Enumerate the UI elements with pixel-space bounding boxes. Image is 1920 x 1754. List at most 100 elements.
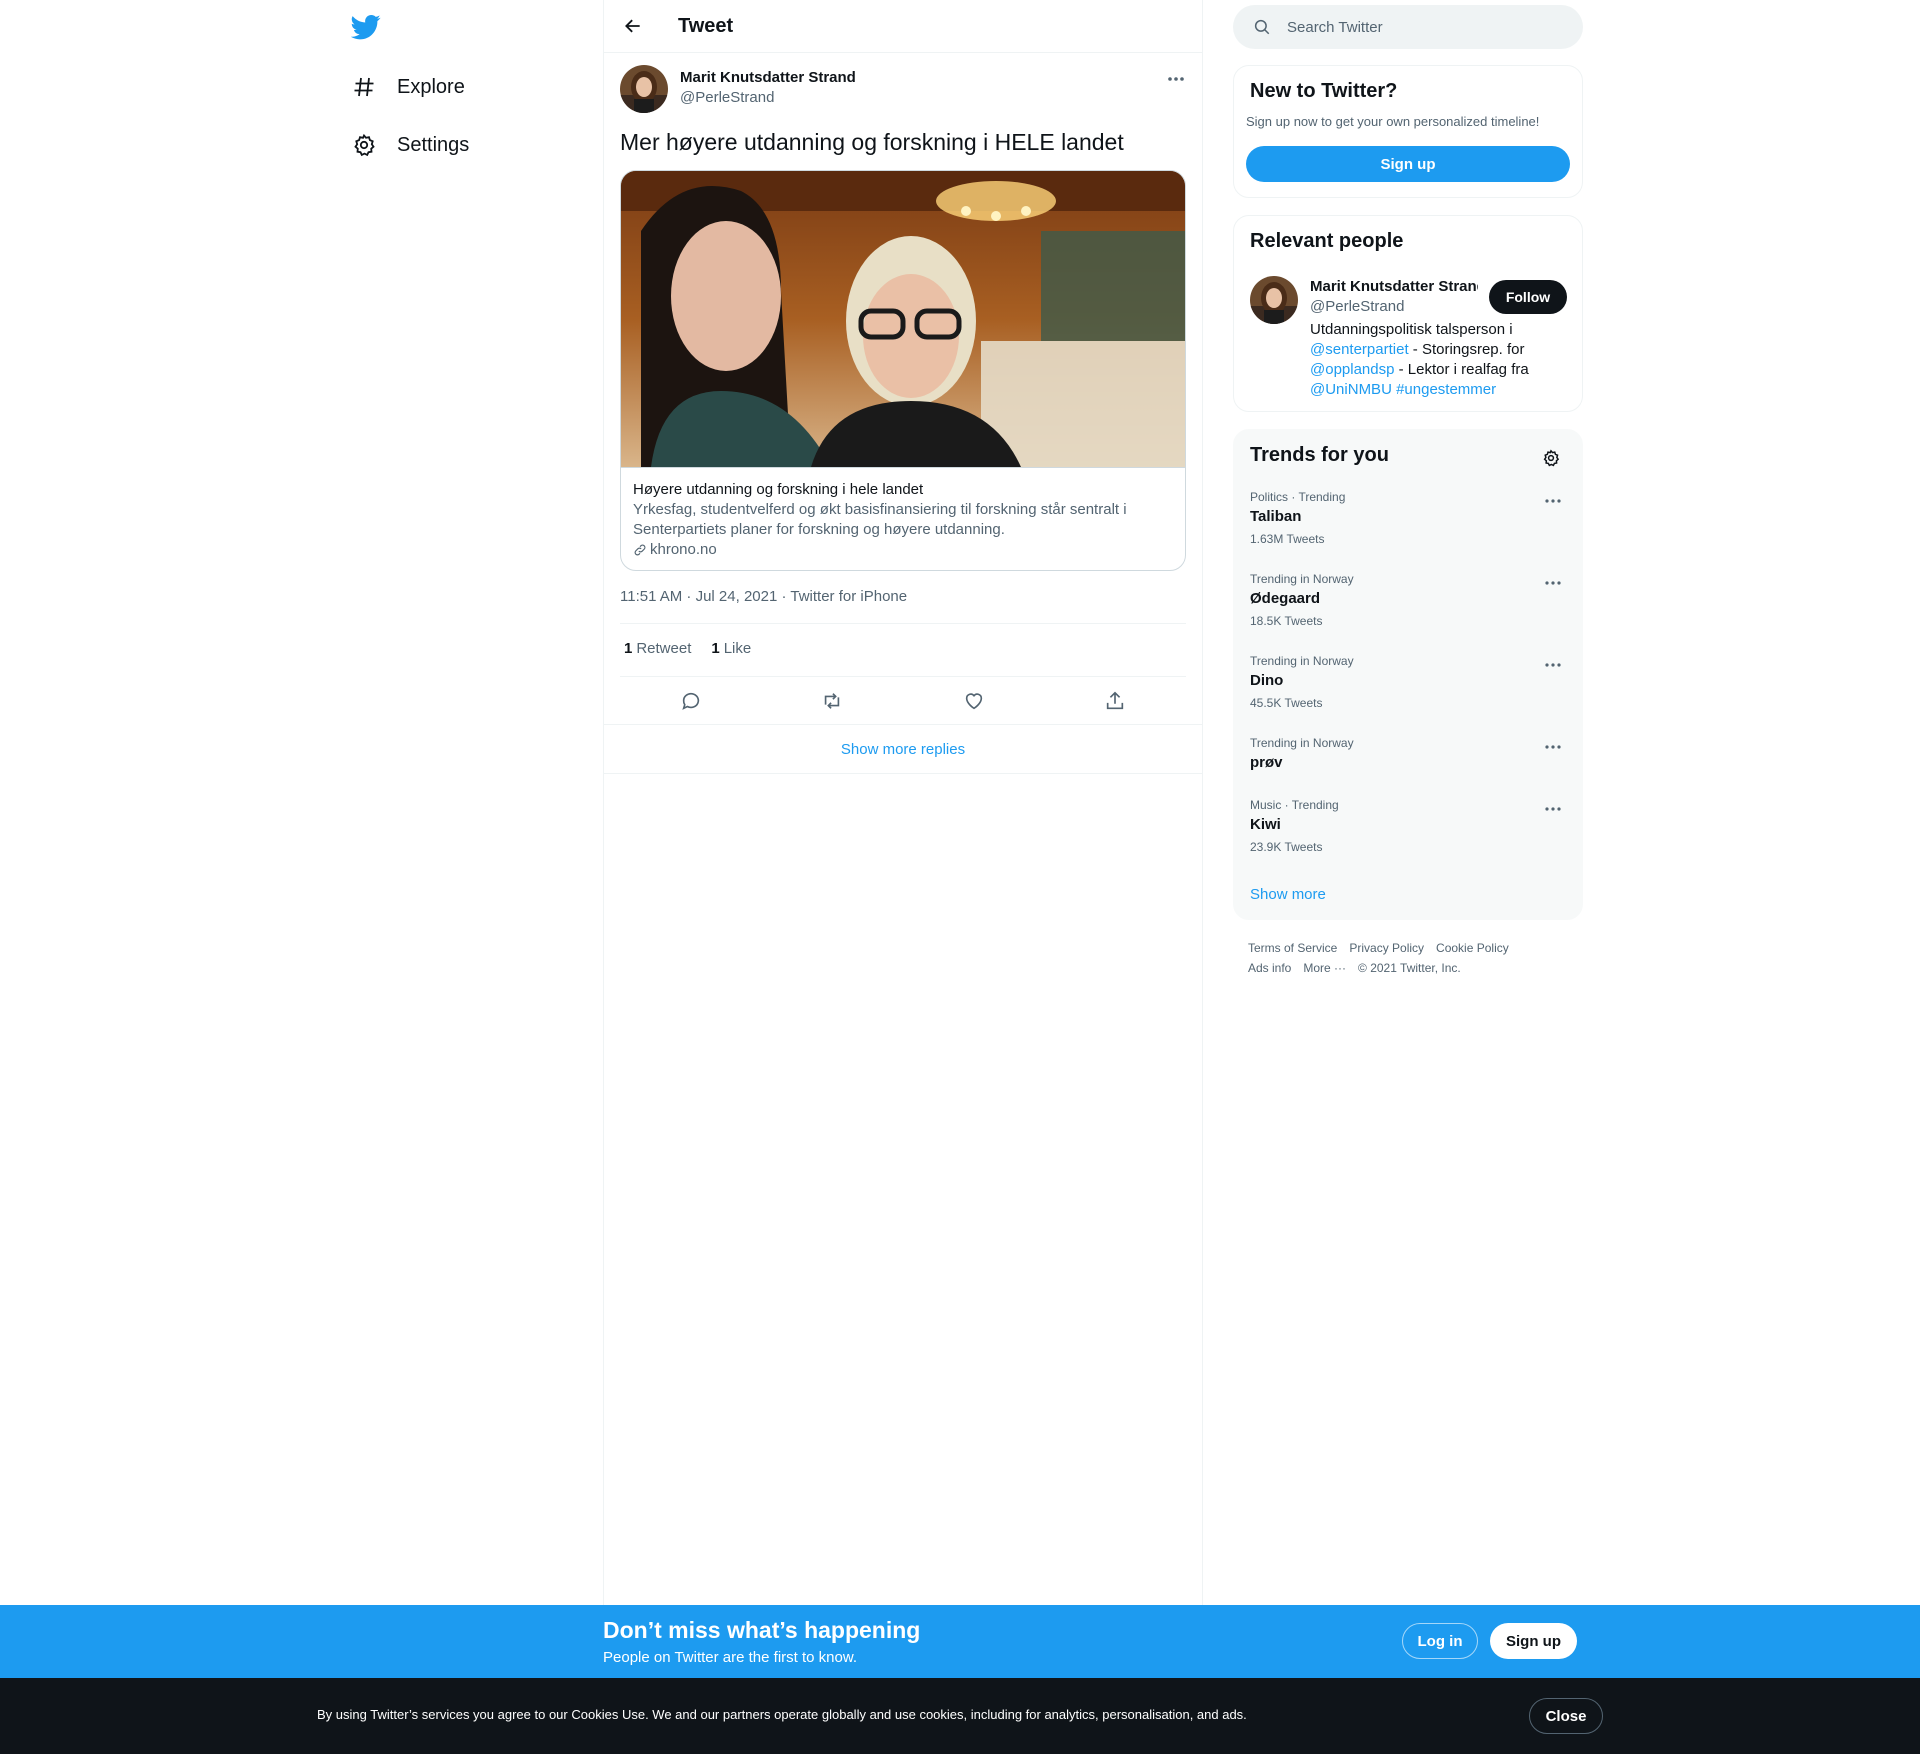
- trend-item[interactable]: Politics · Trending Taliban 1.63M Tweets: [1234, 490, 1582, 552]
- trend-count: 1.63M Tweets: [1250, 532, 1325, 546]
- hashtag-icon: [351, 74, 377, 100]
- link-card-image: [621, 171, 1185, 467]
- tweet-timestamp[interactable]: 11:51 AM · Jul 24, 2021 · Twitter for iP…: [620, 588, 907, 605]
- footer-more-link[interactable]: More ···: [1303, 958, 1346, 978]
- column-divider: [1202, 0, 1203, 1605]
- share-icon[interactable]: [1098, 684, 1132, 718]
- retweets-stat[interactable]: 1 Retweet: [624, 640, 691, 657]
- trends-panel: Trends for you Politics · Trending Talib…: [1233, 429, 1583, 920]
- more-options-icon[interactable]: [1540, 492, 1566, 510]
- nav-settings-label: Settings: [397, 133, 470, 156]
- trends-show-more-link[interactable]: Show more: [1250, 886, 1326, 903]
- trend-context: Music · Trending: [1250, 798, 1339, 812]
- bio-text: Utdanningspolitisk talsperson i: [1310, 321, 1513, 338]
- new-to-twitter-panel: New to Twitter? Sign up now to get your …: [1233, 65, 1583, 198]
- trend-name: prøv: [1250, 754, 1283, 771]
- link-card-title: Høyere utdanning og forskning i hele lan…: [633, 481, 924, 498]
- retweet-icon[interactable]: [815, 684, 849, 718]
- back-arrow-icon[interactable]: [615, 8, 651, 44]
- twitter-logo-icon[interactable]: [350, 12, 381, 42]
- column-divider: [603, 0, 604, 1605]
- divider: [620, 623, 1186, 624]
- trend-item[interactable]: Trending in Norway Ødegaard 18.5K Tweets: [1234, 572, 1582, 634]
- banner-title: Don’t miss what’s happening: [603, 1617, 921, 1643]
- close-cookie-button[interactable]: Close: [1529, 1698, 1603, 1734]
- trend-item[interactable]: Music · Trending Kiwi 23.9K Tweets: [1234, 798, 1582, 860]
- relevant-people-panel: Relevant people Marit Knutsdatter Strand…: [1233, 215, 1583, 412]
- likes-stat[interactable]: 1 Like: [711, 640, 751, 657]
- person-name[interactable]: Marit Knutsdatter Strand: [1310, 278, 1478, 295]
- trend-context: Trending in Norway: [1250, 736, 1354, 750]
- follow-button[interactable]: Follow: [1489, 280, 1567, 314]
- nav-settings[interactable]: Settings: [351, 125, 469, 165]
- search-input[interactable]: [1287, 18, 1567, 36]
- trend-name: Kiwi: [1250, 816, 1281, 833]
- signup-banner: Don’t miss what’s happening People on Tw…: [0, 1605, 1920, 1678]
- trend-context: Trending in Norway: [1250, 654, 1354, 668]
- cookie-bar: By using Twitter’s services you agree to…: [0, 1678, 1920, 1754]
- footer-links: Terms of Service Privacy Policy Cookie Pol…: [1248, 938, 1578, 978]
- likes-label: Like: [723, 640, 752, 657]
- bio-mention-opplandsp[interactable]: @opplandsp: [1310, 361, 1394, 378]
- author-avatar[interactable]: [620, 65, 668, 113]
- tweet-header: Tweet: [604, 0, 1202, 53]
- person-avatar[interactable]: [1250, 276, 1298, 324]
- link-card[interactable]: Høyere utdanning og forskning i hele lan…: [620, 170, 1186, 571]
- trend-count: 23.9K Tweets: [1250, 840, 1323, 854]
- footer-terms-link[interactable]: Terms of Service: [1248, 938, 1337, 958]
- person-bio: Utdanningspolitisk talsperson i @senterp…: [1310, 320, 1570, 400]
- footer-cookie-link[interactable]: Cookie Policy: [1436, 938, 1509, 958]
- like-heart-icon[interactable]: [957, 684, 991, 718]
- bio-mention-senterpartiet[interactable]: @senterpartiet: [1310, 341, 1409, 358]
- gear-icon: [351, 132, 377, 158]
- footer-privacy-link[interactable]: Privacy Policy: [1349, 938, 1424, 958]
- tweet-text: Mer høyere utdanning og forskning i HELE…: [620, 129, 1124, 155]
- trends-title: Trends for you: [1250, 444, 1389, 466]
- author-handle[interactable]: @PerleStrand: [680, 89, 774, 106]
- footer-ads-info-link[interactable]: Ads info: [1248, 958, 1291, 978]
- sign-up-button[interactable]: Sign up: [1246, 146, 1570, 182]
- search-bar[interactable]: [1233, 5, 1583, 49]
- more-options-icon[interactable]: [1160, 66, 1192, 92]
- link-icon: [633, 543, 647, 557]
- more-options-icon[interactable]: [1540, 656, 1566, 674]
- new-to-twitter-subtitle: Sign up now to get your own personalized…: [1246, 114, 1540, 129]
- log-in-button[interactable]: Log in: [1402, 1623, 1478, 1659]
- cookies-use-link[interactable]: Cookies Use: [571, 1707, 645, 1722]
- person-handle[interactable]: @PerleStrand: [1310, 298, 1404, 315]
- more-options-icon[interactable]: [1540, 738, 1566, 756]
- trend-item[interactable]: Trending in Norway prøv: [1234, 736, 1582, 778]
- likes-count: 1: [711, 640, 720, 657]
- page-title: Tweet: [678, 14, 734, 37]
- trend-name: Ødegaard: [1250, 590, 1321, 607]
- nav-explore[interactable]: Explore: [351, 67, 465, 107]
- trends-settings-gear-icon[interactable]: [1537, 444, 1565, 472]
- cookie-text: By using Twitter’s services you agree to…: [317, 1707, 1247, 1722]
- link-card-domain: khrono.no: [650, 541, 717, 558]
- more-options-icon[interactable]: [1540, 574, 1566, 592]
- trend-context: Trending in Norway: [1250, 572, 1354, 586]
- trend-item[interactable]: Trending in Norway Dino 45.5K Tweets: [1234, 654, 1582, 716]
- bio-mention-uninmbu[interactable]: @UniNMBU: [1310, 381, 1392, 398]
- author-name[interactable]: Marit Knutsdatter Strand: [680, 69, 856, 86]
- trend-count: 45.5K Tweets: [1250, 696, 1323, 710]
- banner-sign-up-button[interactable]: Sign up: [1490, 1623, 1577, 1659]
- show-more-replies-button[interactable]: Show more replies: [604, 725, 1202, 774]
- trend-name: Dino: [1250, 672, 1284, 689]
- cookie-text-b: . We and our partners operate globally a…: [645, 1707, 1247, 1722]
- trend-context: Politics · Trending: [1250, 490, 1346, 504]
- tweet-actions: [620, 686, 1186, 716]
- banner-subtitle: People on Twitter are the first to know.: [603, 1649, 858, 1666]
- link-card-description: Yrkesfag, studentvelferd og økt basisfin…: [633, 501, 1127, 538]
- footer-copyright: © 2021 Twitter, Inc.: [1358, 961, 1461, 975]
- tweet-stats: 1 Retweet 1 Like: [624, 640, 751, 657]
- more-options-icon[interactable]: [1540, 800, 1566, 818]
- cookie-text-a: By using Twitter’s services you agree to…: [317, 1707, 572, 1722]
- divider: [620, 676, 1186, 677]
- nav-explore-label: Explore: [397, 75, 465, 98]
- reply-icon[interactable]: [674, 684, 708, 718]
- link-card-domain-row: khrono.no: [633, 540, 1175, 560]
- bio-hashtag-ungestemmer[interactable]: #ungestemmer: [1396, 381, 1496, 398]
- retweets-count: 1: [624, 640, 633, 657]
- trend-count: 18.5K Tweets: [1250, 614, 1323, 628]
